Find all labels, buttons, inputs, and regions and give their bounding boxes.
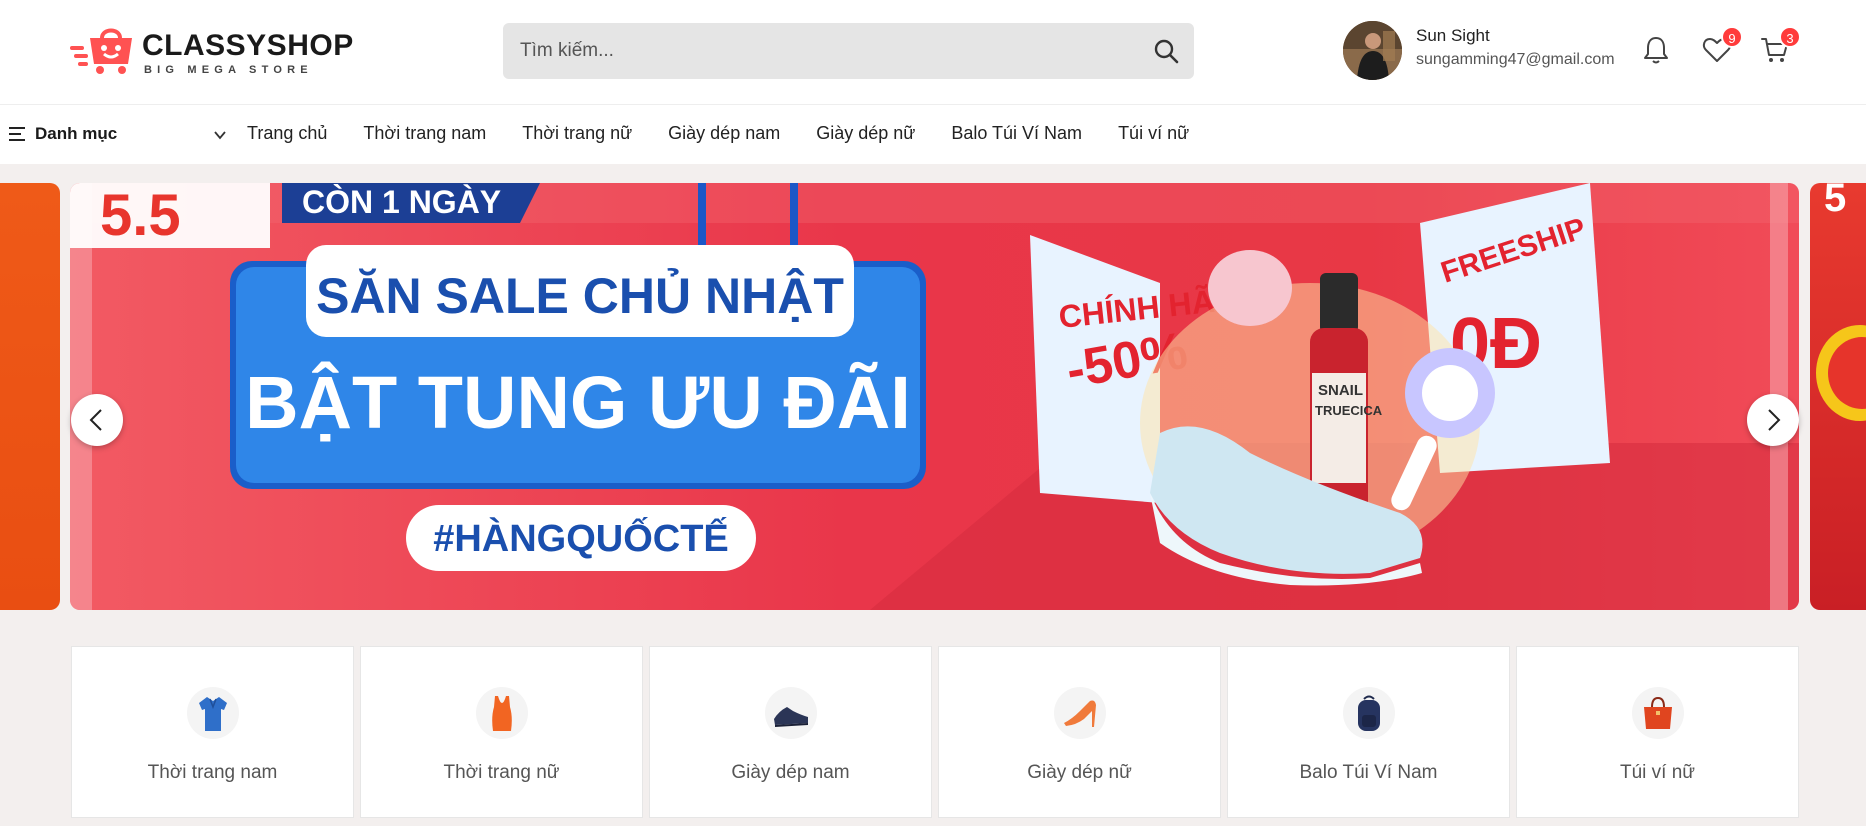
tank-top-icon <box>491 696 512 731</box>
category-cards: Thời trang nam Thời trang nữ Giày dép na… <box>71 646 1799 818</box>
wishlist-button[interactable]: 9 <box>1701 26 1743 66</box>
category-name: Túi ví nữ <box>1619 762 1696 783</box>
shopping-bag-logo-icon <box>70 28 132 74</box>
brand-tagline: BIG MEGA STORE <box>144 64 313 76</box>
nav-link-balo-tui-vi-nam[interactable]: Balo Túi Ví Nam <box>951 123 1082 144</box>
product-label-1: SNAIL <box>1318 382 1363 399</box>
brand-name: CLASSYSHOP <box>142 29 354 62</box>
category-thumbnail <box>1342 687 1395 739</box>
nav-link-trang-chu[interactable]: Trang chủ <box>247 123 327 144</box>
banner-hashtag: #HÀNGQUỐCTẾ <box>433 515 729 560</box>
search-icon[interactable] <box>1152 37 1180 65</box>
category-card-thoi-trang-nam[interactable]: Thời trang nam <box>71 646 354 818</box>
banner-artwork: 5.5 CÒN 1 NGÀY SĂN SALE CHỦ NHẬT BẬT TUN… <box>70 183 1799 610</box>
category-name: Thời trang nam <box>147 762 278 783</box>
user-photo <box>1343 21 1402 80</box>
main-navigation: Danh mục Trang chủ Thời trang nam Thời t… <box>0 104 1866 164</box>
category-menu-label: Danh mục <box>35 124 118 143</box>
mens-shoe-icon <box>773 707 808 727</box>
category-thumbnail <box>475 687 528 739</box>
category-card-thoi-trang-nu[interactable]: Thời trang nữ <box>360 646 643 818</box>
cart-button[interactable]: 3 <box>1759 26 1801 66</box>
chevron-down-icon <box>214 131 226 140</box>
user-name[interactable]: Sun Sight <box>1416 26 1490 46</box>
category-card-balo-tui-vi-nam[interactable]: Balo Túi Ví Nam <box>1227 646 1510 818</box>
category-thumbnail <box>1053 687 1106 739</box>
polo-shirt-icon <box>198 697 227 731</box>
promo-banner[interactable]: 5.5 CÒN 1 NGÀY SĂN SALE CHỦ NHẬT BẬT TUN… <box>70 183 1799 610</box>
search-box <box>503 23 1194 79</box>
handbag-icon <box>1643 696 1672 729</box>
site-header: CLASSYSHOP BIG MEGA STORE Sun Sight sung… <box>0 0 1866 104</box>
nav-link-tui-vi-nu[interactable]: Túi ví nữ <box>1118 123 1189 144</box>
menu-icon <box>9 127 25 141</box>
category-card-giay-dep-nu[interactable]: Giày dép nữ <box>938 646 1221 818</box>
wishlist-count-badge: 9 <box>1721 26 1743 48</box>
brand-logo[interactable]: CLASSYSHOP BIG MEGA STORE <box>70 24 353 76</box>
bell-icon <box>1644 37 1668 64</box>
chevron-left-icon <box>89 409 102 431</box>
nav-link-thoi-trang-nu[interactable]: Thời trang nữ <box>522 123 632 144</box>
slider-prev-button[interactable] <box>71 394 123 446</box>
nav-link-thoi-trang-nam[interactable]: Thời trang nam <box>363 123 486 144</box>
search-input[interactable] <box>503 23 1123 79</box>
category-name: Balo Túi Ví Nam <box>1299 762 1438 783</box>
backpack-icon <box>1357 695 1380 731</box>
category-menu-toggle[interactable]: Danh mục <box>8 123 230 147</box>
nav-links: Trang chủ Thời trang nam Thời trang nữ G… <box>247 123 1189 144</box>
cart-count-badge: 3 <box>1779 26 1801 48</box>
category-thumbnail <box>186 687 239 739</box>
countdown-text: CÒN 1 NGÀY <box>302 184 501 220</box>
nav-link-giay-dep-nu[interactable]: Giày dép nữ <box>816 123 915 144</box>
banner-headline-1: SĂN SALE CHỦ NHẬT <box>316 267 844 324</box>
slider-next-button[interactable] <box>1747 394 1799 446</box>
next-slide-peek: 5 <box>1810 183 1866 610</box>
avatar[interactable] <box>1343 21 1402 80</box>
next-slide-artwork: 5 <box>1816 183 1866 421</box>
notifications-button[interactable] <box>1640 34 1672 66</box>
nav-link-giay-dep-nam[interactable]: Giày dép nam <box>668 123 780 144</box>
product-label-2: TRUECICA <box>1315 403 1383 418</box>
category-card-tui-vi-nu[interactable]: Túi ví nữ <box>1516 646 1799 818</box>
category-name: Giày dép nữ <box>1027 762 1132 783</box>
user-email: sungamming47@gmail.com <box>1416 51 1615 68</box>
svg-text:5: 5 <box>1824 183 1846 220</box>
category-card-giay-dep-nam[interactable]: Giày dép nam <box>649 646 932 818</box>
category-thumbnail <box>1631 687 1684 739</box>
banner-headline-2: BẬT TUNG ƯU ĐÃI <box>245 361 911 444</box>
event-badge-text: 5.5 <box>100 183 181 248</box>
category-name: Giày dép nam <box>731 762 850 783</box>
high-heel-icon <box>1063 700 1096 727</box>
chevron-right-icon <box>1768 409 1781 431</box>
category-thumbnail <box>764 687 817 739</box>
category-name: Thời trang nữ <box>443 762 560 783</box>
previous-slide-peek <box>0 183 60 610</box>
